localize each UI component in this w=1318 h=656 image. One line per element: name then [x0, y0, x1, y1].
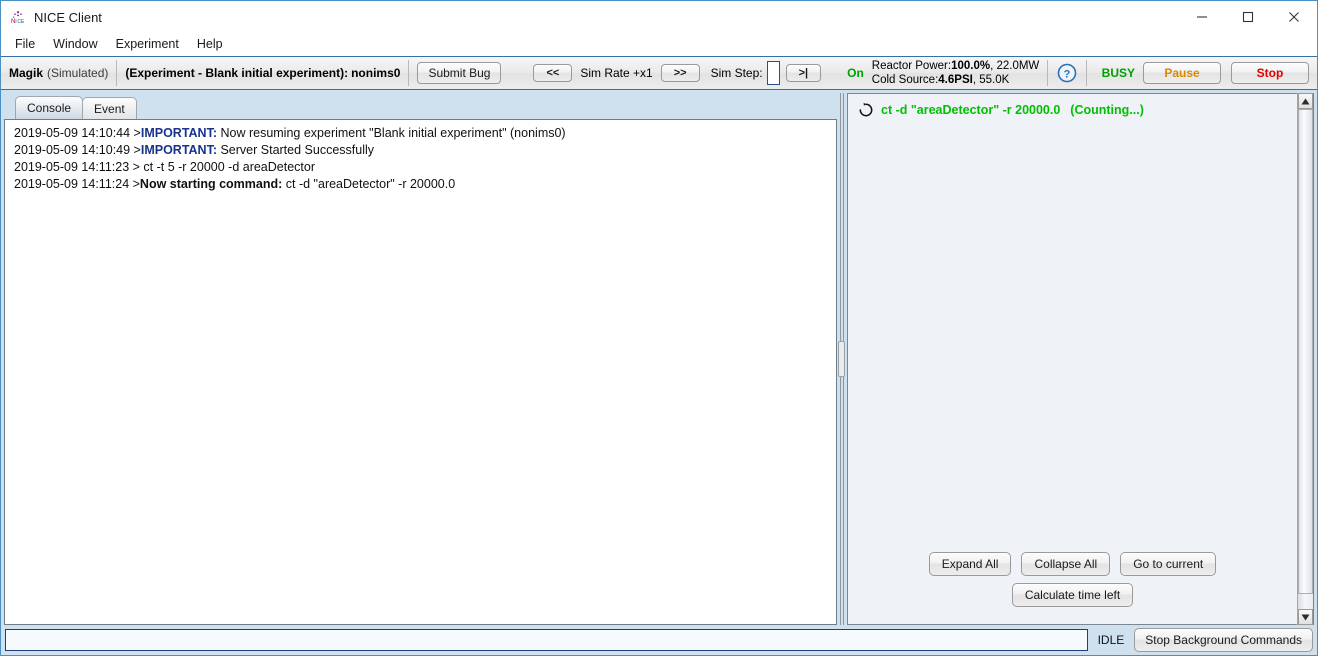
scroll-down-arrow-icon[interactable]	[1298, 609, 1313, 625]
reactor-power-value: 100.0%	[951, 60, 990, 72]
log-message: ct -d "areaDetector" -r 20000.0	[282, 177, 455, 191]
console-tabstrip: Console Event	[4, 93, 837, 119]
sim-rate-decrease-button[interactable]: <<	[533, 64, 572, 82]
toolbar-divider-2	[408, 60, 409, 86]
svg-text:E: E	[21, 19, 25, 25]
refresh-spinner-icon	[858, 102, 874, 118]
pause-button[interactable]: Pause	[1143, 62, 1221, 84]
toolbar-divider-6	[1086, 60, 1087, 86]
window-title: NICE Client	[34, 10, 102, 25]
cold-source-label: Cold Source:	[872, 74, 938, 86]
title-bar: N I C E NICE Client	[1, 1, 1317, 33]
window-controls	[1179, 1, 1317, 33]
reactor-power-extra: , 22.0MW	[990, 60, 1039, 72]
menu-bar: File Window Experiment Help	[1, 33, 1317, 56]
sim-rate-label: Sim Rate +x1	[580, 66, 652, 80]
stop-button[interactable]: Stop	[1231, 62, 1309, 84]
question-mark-icon[interactable]: ?	[1056, 62, 1078, 84]
cold-source-row: Cold Source:4.6PSI, 55.0K	[872, 73, 1040, 87]
queue-button-row-2: Calculate time left	[848, 583, 1297, 607]
sim-step-next-button[interactable]: >|	[786, 64, 822, 82]
submit-bug-button[interactable]: Submit Bug	[417, 62, 501, 84]
close-icon[interactable]	[1271, 1, 1317, 33]
log-message: Server Started Successfully	[217, 143, 374, 157]
svg-text:?: ?	[1064, 69, 1071, 81]
expand-all-button[interactable]: Expand All	[929, 552, 1012, 576]
cold-source-extra: , 55.0K	[973, 74, 1009, 86]
instrument-mode: (Simulated)	[47, 66, 108, 80]
queue-current-command: ct -d "areaDetector" -r 20000.0	[881, 103, 1060, 117]
status-badge: IDLE	[1094, 633, 1129, 647]
nice-logo-icon: N I C E	[10, 9, 26, 25]
console-log-area[interactable]: 2019-05-09 14:10:44 >IMPORTANT: Now resu…	[4, 119, 837, 625]
log-tag: Now starting command:	[140, 177, 282, 191]
reactor-on-status: On	[847, 66, 864, 80]
experiment-name: (Experiment - Blank initial experiment):	[125, 66, 348, 80]
reactor-power-row: Reactor Power:100.0%, 22.0MW	[872, 59, 1040, 73]
toolbar-divider-3	[509, 60, 525, 86]
log-timestamp: 2019-05-09 14:11:23 >	[14, 160, 140, 174]
main-split-area: Console Event 2019-05-09 14:10:44 >IMPOR…	[1, 90, 1317, 625]
log-line: 2019-05-09 14:10:44 >IMPORTANT: Now resu…	[14, 125, 830, 142]
sim-rate-increase-button[interactable]: >>	[661, 64, 700, 82]
toolbar-divider-4	[829, 60, 839, 86]
menu-item-window[interactable]: Window	[51, 36, 99, 52]
stop-background-commands-button[interactable]: Stop Background Commands	[1134, 628, 1313, 652]
log-line: 2019-05-09 14:11:24 >Now starting comman…	[14, 176, 830, 193]
minimize-icon[interactable]	[1179, 1, 1225, 33]
reactor-power-label: Reactor Power:	[872, 60, 951, 72]
queue-vertical-scrollbar[interactable]	[1297, 93, 1314, 625]
log-timestamp: 2019-05-09 14:10:44 >	[14, 126, 141, 140]
queue-current-status: (Counting...)	[1070, 103, 1144, 117]
cold-source-value: 4.6PSI	[938, 74, 973, 86]
menu-item-file[interactable]: File	[13, 36, 37, 52]
instrument-status: Magik (Simulated)	[9, 66, 108, 80]
log-timestamp: 2019-05-09 14:11:24 >	[14, 177, 140, 191]
nice-client-window: N I C E NICE Client File Window Experime…	[0, 0, 1318, 656]
log-tag: IMPORTANT:	[141, 143, 217, 157]
queue-item-current[interactable]: ct -d "areaDetector" -r 20000.0 (Countin…	[858, 102, 1297, 118]
command-queue-panel: ct -d "areaDetector" -r 20000.0 (Countin…	[847, 93, 1297, 625]
menu-item-experiment[interactable]: Experiment	[114, 36, 181, 52]
log-message: Now resuming experiment "Blank initial e…	[217, 126, 566, 140]
tab-console[interactable]: Console	[15, 96, 83, 119]
log-timestamp: 2019-05-09 14:10:49 >	[14, 143, 141, 157]
command-queue-list[interactable]: ct -d "areaDetector" -r 20000.0 (Countin…	[848, 94, 1297, 552]
toolbar-divider-1	[116, 60, 117, 86]
menu-item-help[interactable]: Help	[195, 36, 225, 52]
log-message: ct -t 5 -r 20000 -d areaDetector	[140, 160, 315, 174]
queue-button-bar: Expand All Collapse All Go to current Ca…	[848, 552, 1297, 624]
tab-event[interactable]: Event	[82, 97, 137, 119]
toolbar: Magik (Simulated) (Experiment - Blank ini…	[1, 56, 1317, 90]
splitter-grip[interactable]	[838, 341, 845, 377]
svg-text:I: I	[15, 19, 16, 25]
scroll-up-arrow-icon[interactable]	[1298, 93, 1313, 109]
log-tag: IMPORTANT:	[141, 126, 217, 140]
collapse-all-button[interactable]: Collapse All	[1021, 552, 1110, 576]
queue-button-row-1: Expand All Collapse All Go to current	[848, 552, 1297, 576]
toolbar-divider-5	[1047, 60, 1048, 86]
command-input[interactable]	[5, 629, 1088, 651]
scroll-thumb[interactable]	[1298, 109, 1313, 594]
sim-step-label: Sim Step:	[711, 66, 763, 80]
go-to-current-button[interactable]: Go to current	[1120, 552, 1216, 576]
instrument-name: Magik	[9, 66, 43, 80]
bottom-status-bar: IDLE Stop Background Commands	[1, 625, 1317, 655]
busy-status: BUSY	[1102, 66, 1135, 80]
sim-step-input[interactable]	[767, 61, 780, 85]
log-line: 2019-05-09 14:10:49 >IMPORTANT: Server S…	[14, 142, 830, 159]
panel-splitter[interactable]	[837, 93, 847, 625]
experiment-label: (Experiment - Blank initial experiment):…	[125, 66, 400, 80]
maximize-icon[interactable]	[1225, 1, 1271, 33]
scroll-track[interactable]	[1298, 109, 1313, 609]
log-line: 2019-05-09 14:11:23 > ct -t 5 -r 20000 -…	[14, 159, 830, 176]
reactor-status-block: Reactor Power:100.0%, 22.0MW Cold Source…	[872, 59, 1040, 87]
calculate-time-left-button[interactable]: Calculate time left	[1012, 583, 1133, 607]
experiment-id: nonims0	[351, 66, 400, 80]
console-panel: Console Event 2019-05-09 14:10:44 >IMPOR…	[4, 93, 837, 625]
